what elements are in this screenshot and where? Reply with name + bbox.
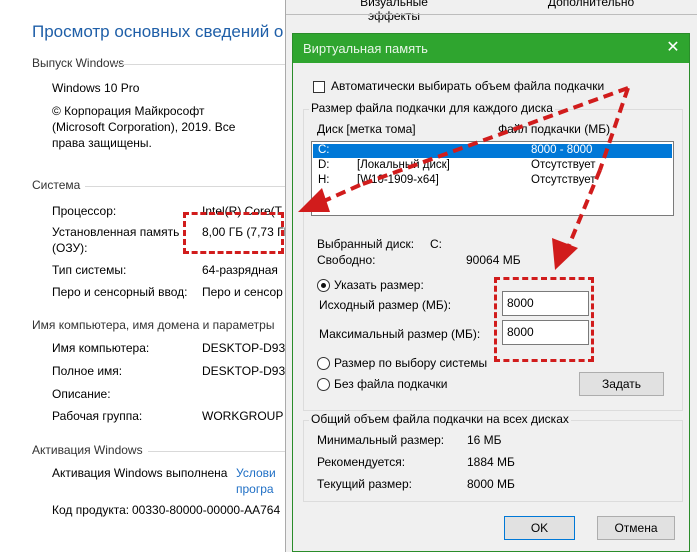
arrow-head-icon	[298, 188, 330, 212]
arrow-shaft	[359, 86, 629, 187]
arrow-head-icon	[552, 238, 578, 270]
arrow-shaft	[598, 87, 630, 171]
arrow-shaft	[563, 169, 602, 256]
annotation-arrows	[298, 86, 630, 270]
